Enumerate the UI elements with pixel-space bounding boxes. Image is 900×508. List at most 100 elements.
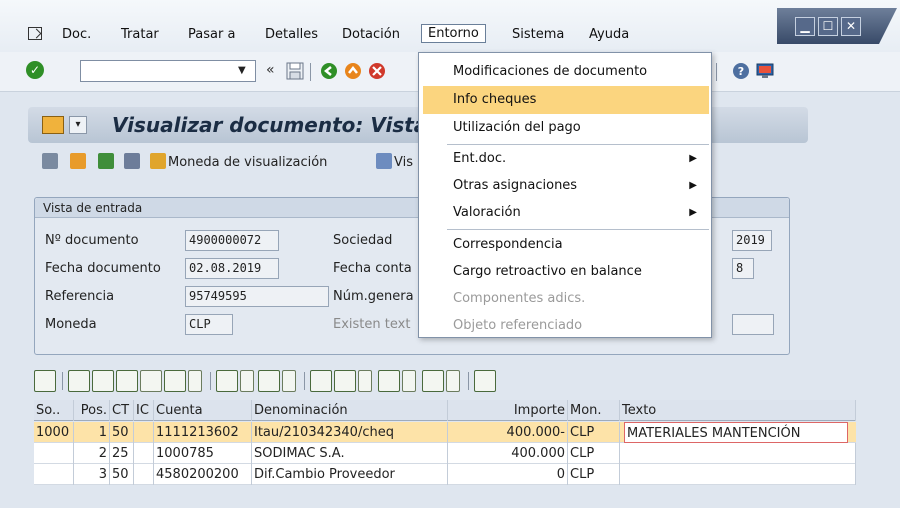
- menu-doc[interactable]: Doc.: [62, 27, 91, 42]
- exit-icon[interactable]: [344, 62, 362, 80]
- col-header-denominacion[interactable]: Denominación: [252, 400, 448, 421]
- filter-icon[interactable]: [164, 370, 186, 392]
- print-dropdown-icon[interactable]: [358, 370, 372, 392]
- find-next-icon[interactable]: [140, 370, 162, 392]
- table-row[interactable]: 1000 1 50 1111213602 Itau/210342340/cheq…: [34, 422, 856, 443]
- blank-field[interactable]: [732, 314, 774, 335]
- table-row[interactable]: 2 25 1000785 SODIMAC S.A. 400.000 CLP: [34, 443, 856, 464]
- export-dropdown-icon[interactable]: [402, 370, 416, 392]
- texts-exist-label: Existen text: [333, 317, 411, 332]
- cell-denominacion: Itau/210342340/cheq: [252, 422, 448, 443]
- print-icon[interactable]: [310, 370, 332, 392]
- menu-item-cargo-retroactivo[interactable]: Cargo retroactivo en balance: [419, 258, 711, 286]
- menu-item-utilizacion-pago[interactable]: Utilización del pago: [419, 114, 711, 142]
- cell-pos: 2: [74, 443, 110, 464]
- filter-dropdown-icon[interactable]: [188, 370, 202, 392]
- sum-icon[interactable]: [216, 370, 238, 392]
- enter-button[interactable]: ✓: [26, 61, 44, 79]
- cell-texto: [620, 464, 856, 485]
- sort-descending-icon[interactable]: [92, 370, 114, 392]
- subtotal-icon[interactable]: [258, 370, 280, 392]
- help-icon[interactable]: ?: [732, 62, 750, 80]
- cell-mon: CLP: [568, 422, 620, 443]
- table-row[interactable]: 3 50 4580200200 Dif.Cambio Proveedor 0 C…: [34, 464, 856, 485]
- menu-exit-icon[interactable]: [28, 27, 42, 40]
- fiscal-year-field[interactable]: 2019: [732, 230, 772, 251]
- export-icon[interactable]: [378, 370, 400, 392]
- subtotal-dropdown-icon[interactable]: [282, 370, 296, 392]
- menu-item-otras-asignaciones[interactable]: Otras asignaciones ▶: [419, 172, 711, 200]
- menu-item-correspondencia[interactable]: Correspondencia: [419, 231, 711, 259]
- chevron-down-icon[interactable]: ▾: [69, 116, 87, 134]
- cell-cuenta: 1111213602: [154, 422, 252, 443]
- menu-detalles[interactable]: Detalles: [265, 27, 318, 42]
- menu-dotacion[interactable]: Dotación: [342, 27, 400, 42]
- view-button[interactable]: Vis: [376, 153, 413, 173]
- menu-item-info-cheques[interactable]: Info cheques: [423, 86, 709, 114]
- toolbar-separator: [716, 63, 717, 81]
- menu-item-componentes-adics: Componentes adics.: [453, 291, 586, 306]
- info-icon[interactable]: [474, 370, 496, 392]
- period-field[interactable]: 8: [732, 258, 754, 279]
- glasses-icon[interactable]: [42, 153, 60, 173]
- menu-pasar-a[interactable]: Pasar a: [188, 27, 235, 42]
- col-header-so[interactable]: So..: [34, 400, 74, 421]
- doc-menu-icon[interactable]: [42, 116, 64, 134]
- cell-importe: 0: [448, 464, 568, 485]
- minimize-icon[interactable]: ▁: [795, 17, 815, 36]
- details-icon[interactable]: [34, 370, 56, 392]
- layout-dropdown-icon[interactable]: [446, 370, 460, 392]
- menu-item-ent-doc[interactable]: Ent.doc. ▶: [419, 145, 711, 173]
- find-icon[interactable]: [116, 370, 138, 392]
- col-header-ct[interactable]: CT: [110, 400, 134, 421]
- col-header-texto[interactable]: Texto: [620, 400, 856, 421]
- back-nav-icon[interactable]: «: [266, 62, 275, 78]
- sort-ascending-icon[interactable]: [68, 370, 90, 392]
- customize-layout-icon[interactable]: [756, 62, 774, 80]
- close-icon[interactable]: ✕: [841, 17, 861, 36]
- maximize-icon[interactable]: ☐: [818, 17, 838, 36]
- menu-item-modificaciones[interactable]: Modificaciones de documento: [419, 58, 711, 86]
- doc-number-field[interactable]: 4900000072: [185, 230, 279, 251]
- currency-field[interactable]: CLP: [185, 314, 233, 335]
- change-display-icon[interactable]: [70, 153, 88, 173]
- col-header-pos[interactable]: Pos.: [74, 400, 110, 421]
- col-header-importe[interactable]: Importe: [448, 400, 568, 421]
- doc-date-label: Fecha documento: [45, 261, 161, 276]
- cancel-icon[interactable]: [368, 62, 386, 80]
- cell-denominacion: SODIMAC S.A.: [252, 443, 448, 464]
- menu-item-objeto-referenciado: Objeto referenciado: [453, 318, 583, 333]
- menu-ayuda[interactable]: Ayuda: [589, 27, 629, 42]
- cell-importe: 400.000: [448, 443, 568, 464]
- menu-item-valoracion[interactable]: Valoración ▶: [419, 199, 711, 227]
- col-header-cuenta[interactable]: Cuenta: [154, 400, 252, 421]
- doc-date-field[interactable]: 02.08.2019: [185, 258, 279, 279]
- menu-bar: Doc. Tratar Pasar a Detalles Dotación En…: [0, 0, 900, 52]
- company-label: Sociedad: [333, 233, 393, 248]
- cell-cuenta: 4580200200: [154, 464, 252, 485]
- entorno-dropdown: Modificaciones de documento Info cheques…: [418, 52, 712, 338]
- toolbar-separator: [62, 372, 63, 390]
- reference-field[interactable]: 95749595: [185, 286, 329, 307]
- print-preview-icon[interactable]: [334, 370, 356, 392]
- display-currency-button[interactable]: Moneda de visualización: [150, 153, 327, 173]
- search-doc-icon[interactable]: [98, 153, 116, 173]
- cell-texto[interactable]: MATERIALES MANTENCIÓN: [624, 422, 848, 443]
- command-field[interactable]: [80, 60, 256, 82]
- cell-so: [34, 464, 74, 485]
- cell-so: 1000: [34, 422, 74, 443]
- save-icon[interactable]: [286, 62, 304, 80]
- command-dropdown-icon[interactable]: ▼: [238, 65, 246, 76]
- menu-entorno[interactable]: Entorno: [421, 24, 486, 43]
- layout-icon[interactable]: [422, 370, 444, 392]
- col-header-mon[interactable]: Mon.: [568, 400, 620, 421]
- menu-tratar[interactable]: Tratar: [121, 27, 159, 42]
- tax-data-icon[interactable]: [124, 153, 142, 173]
- col-header-ic[interactable]: IC: [134, 400, 154, 421]
- menu-sistema[interactable]: Sistema: [512, 27, 564, 42]
- cell-mon: CLP: [568, 464, 620, 485]
- general-num-label: Núm.genera: [333, 289, 414, 304]
- sum-dropdown-icon[interactable]: [240, 370, 254, 392]
- back-icon[interactable]: [320, 62, 338, 80]
- reference-label: Referencia: [45, 289, 115, 304]
